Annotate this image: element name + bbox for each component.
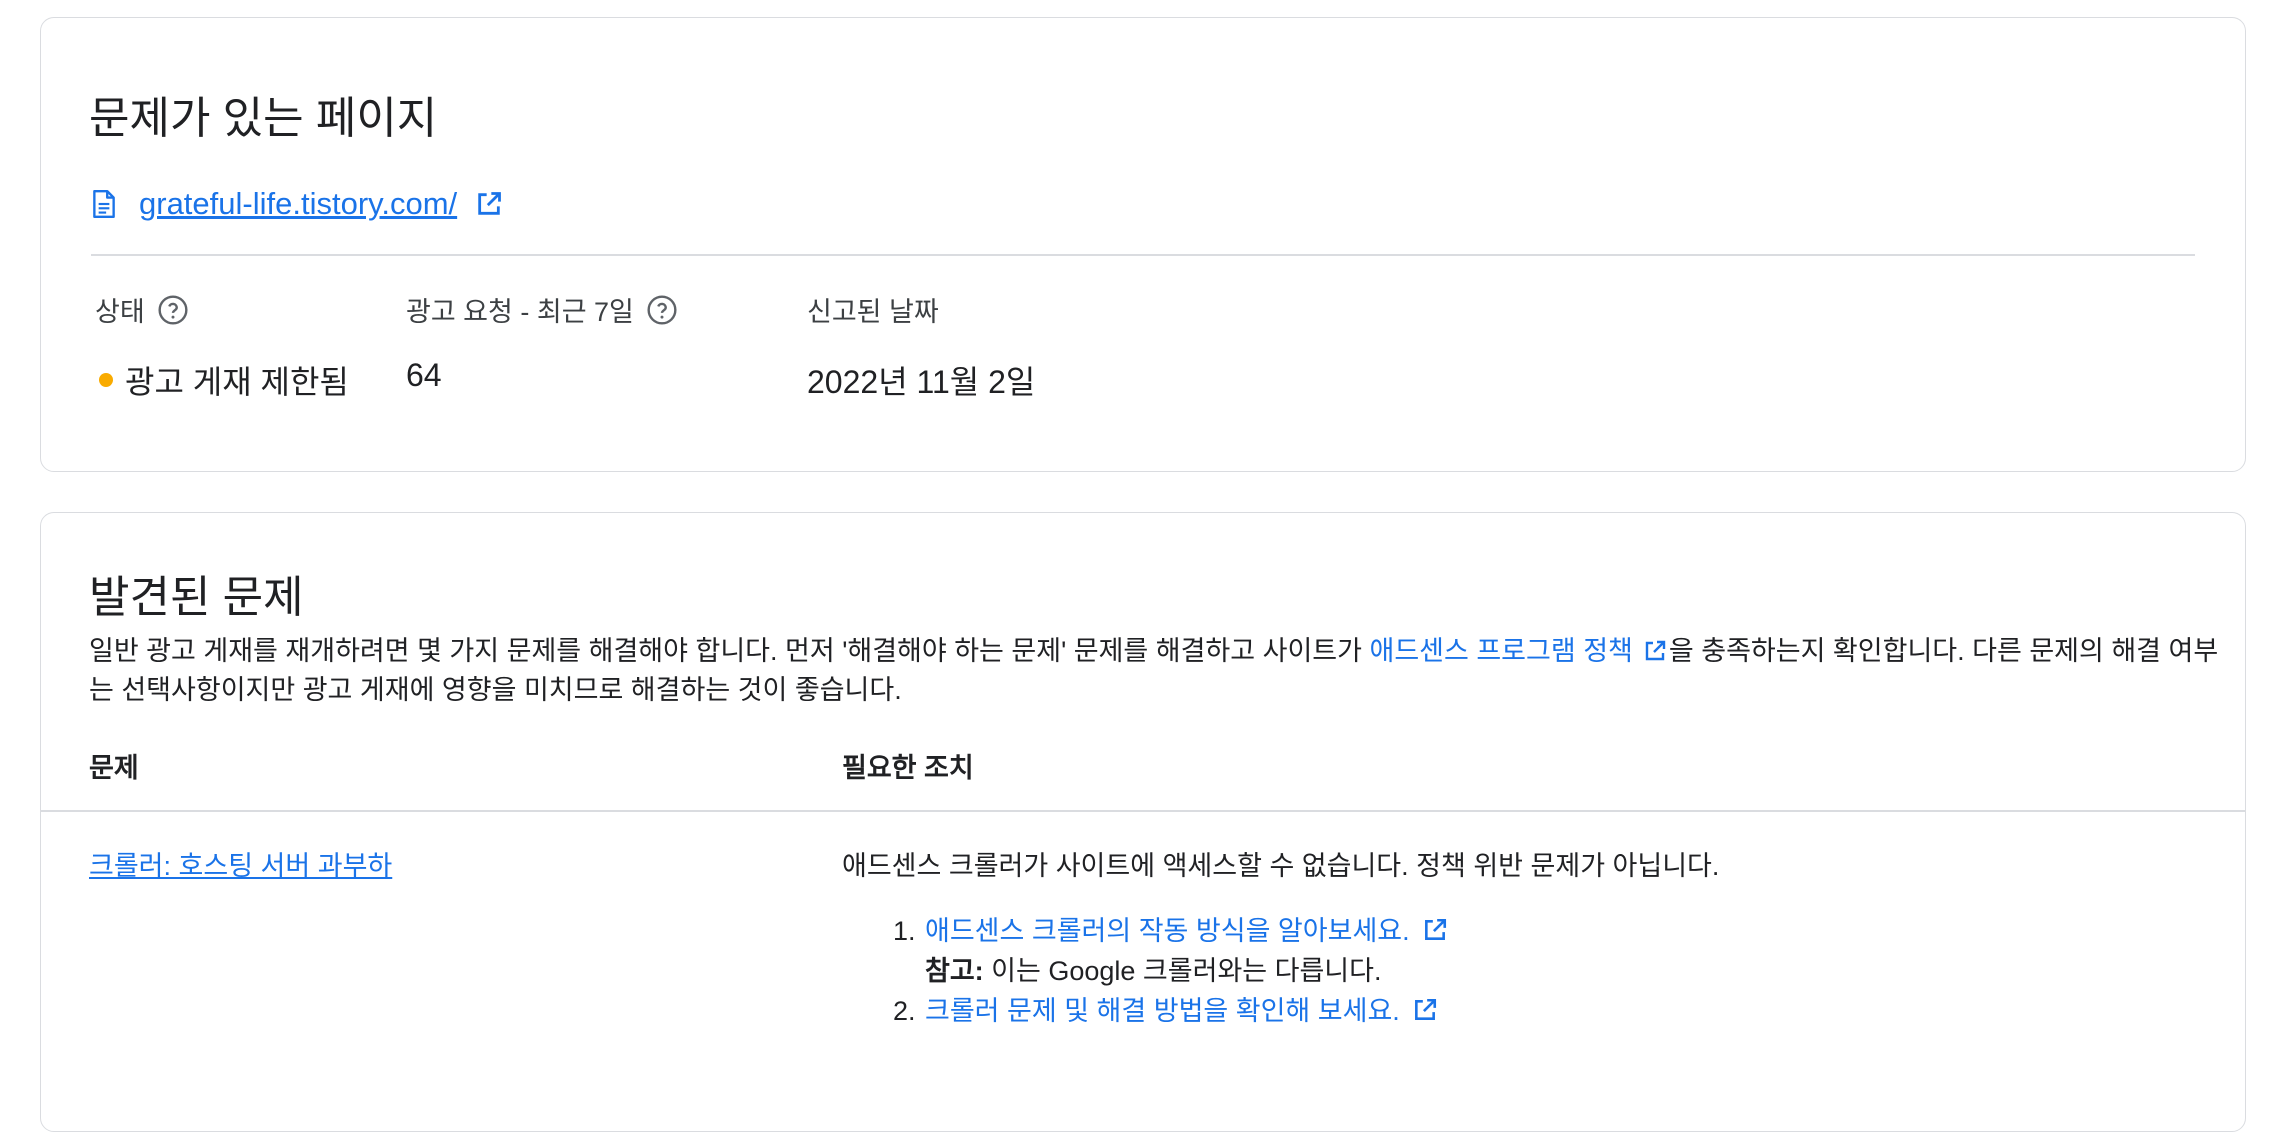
divider — [41, 810, 2245, 812]
ad-requests-value: 64 — [406, 357, 442, 393]
note-body: 이는 Google 크롤러와는 다릅니다. — [983, 956, 1382, 986]
issues-description: 일반 광고 게재를 재개하려면 몇 가지 문제를 해결해야 합니다. 먼저 '해… — [89, 632, 2229, 710]
document-icon — [93, 189, 115, 219]
status-value: 광고 게재 제한됨 — [125, 364, 349, 400]
page-url-row: grateful-life.tistory.com/ — [91, 186, 503, 222]
column-header-problem: 문제 — [89, 753, 139, 783]
open-in-new-icon[interactable] — [1412, 997, 1438, 1023]
adsense-policy-link[interactable]: 애드센스 프로그램 정책 — [1369, 636, 1632, 666]
status-column: 상태 광고 게재 제한됨 — [95, 290, 349, 403]
status-dot — [99, 373, 113, 387]
open-in-new-icon[interactable] — [1643, 639, 1667, 663]
problem-link-crawler-overload[interactable]: 크롤러: 호스팅 서버 과부하 — [89, 844, 392, 883]
reported-date-label: 신고된 날짜 — [807, 297, 939, 327]
crawler-howto-link[interactable]: 애드센스 크롤러의 작동 방식을 알아보세요. — [925, 916, 1410, 946]
card-title: 문제가 있는 페이지 — [89, 94, 438, 143]
issues-found-card: 발견된 문제 일반 광고 게재를 재개하려면 몇 가지 문제를 해결해야 합니다… — [40, 512, 2246, 1132]
note-label: 참고: — [925, 956, 984, 986]
column-header-action: 필요한 조치 — [842, 753, 974, 783]
description-text: 일반 광고 게재를 재개하려면 몇 가지 문제를 해결해야 합니다. 먼저 '해… — [89, 636, 1370, 666]
open-in-new-icon[interactable] — [475, 190, 503, 218]
list-item: 크롤러 문제 및 해결 방법을 확인해 보세요. — [923, 991, 1448, 1031]
affected-page-card: 문제가 있는 페이지 grateful-life.tistory.com/ 상태 — [40, 17, 2246, 472]
action-steps-list: 애드센스 크롤러의 작동 방식을 알아보세요. 참고: 이는 Google 크롤… — [887, 911, 1448, 1031]
help-icon[interactable] — [157, 294, 189, 326]
divider — [91, 254, 2195, 256]
reported-date-value: 2022년 11월 2일 — [807, 364, 1036, 400]
help-icon[interactable] — [646, 294, 678, 326]
crawler-issues-link[interactable]: 크롤러 문제 및 해결 방법을 확인해 보세요. — [925, 996, 1400, 1026]
open-in-new-icon[interactable] — [1422, 917, 1448, 943]
ad-requests-column: 광고 요청 - 최근 7일 64 — [406, 290, 678, 394]
action-text: 애드센스 크롤러가 사이트에 액세스할 수 없습니다. 정책 위반 문제가 아닙… — [842, 851, 1720, 881]
page-url-link[interactable]: grateful-life.tistory.com/ — [139, 186, 457, 222]
ad-requests-label: 광고 요청 - 최근 7일 — [406, 297, 634, 327]
card-title: 발견된 문제 — [89, 573, 304, 622]
note-text: 참고: 이는 Google 크롤러와는 다릅니다. — [925, 951, 1448, 991]
list-item: 애드센스 크롤러의 작동 방식을 알아보세요. 참고: 이는 Google 크롤… — [923, 911, 1448, 991]
status-label: 상태 — [95, 297, 145, 327]
reported-date-column: 신고된 날짜 2022년 11월 2일 — [807, 290, 1035, 403]
